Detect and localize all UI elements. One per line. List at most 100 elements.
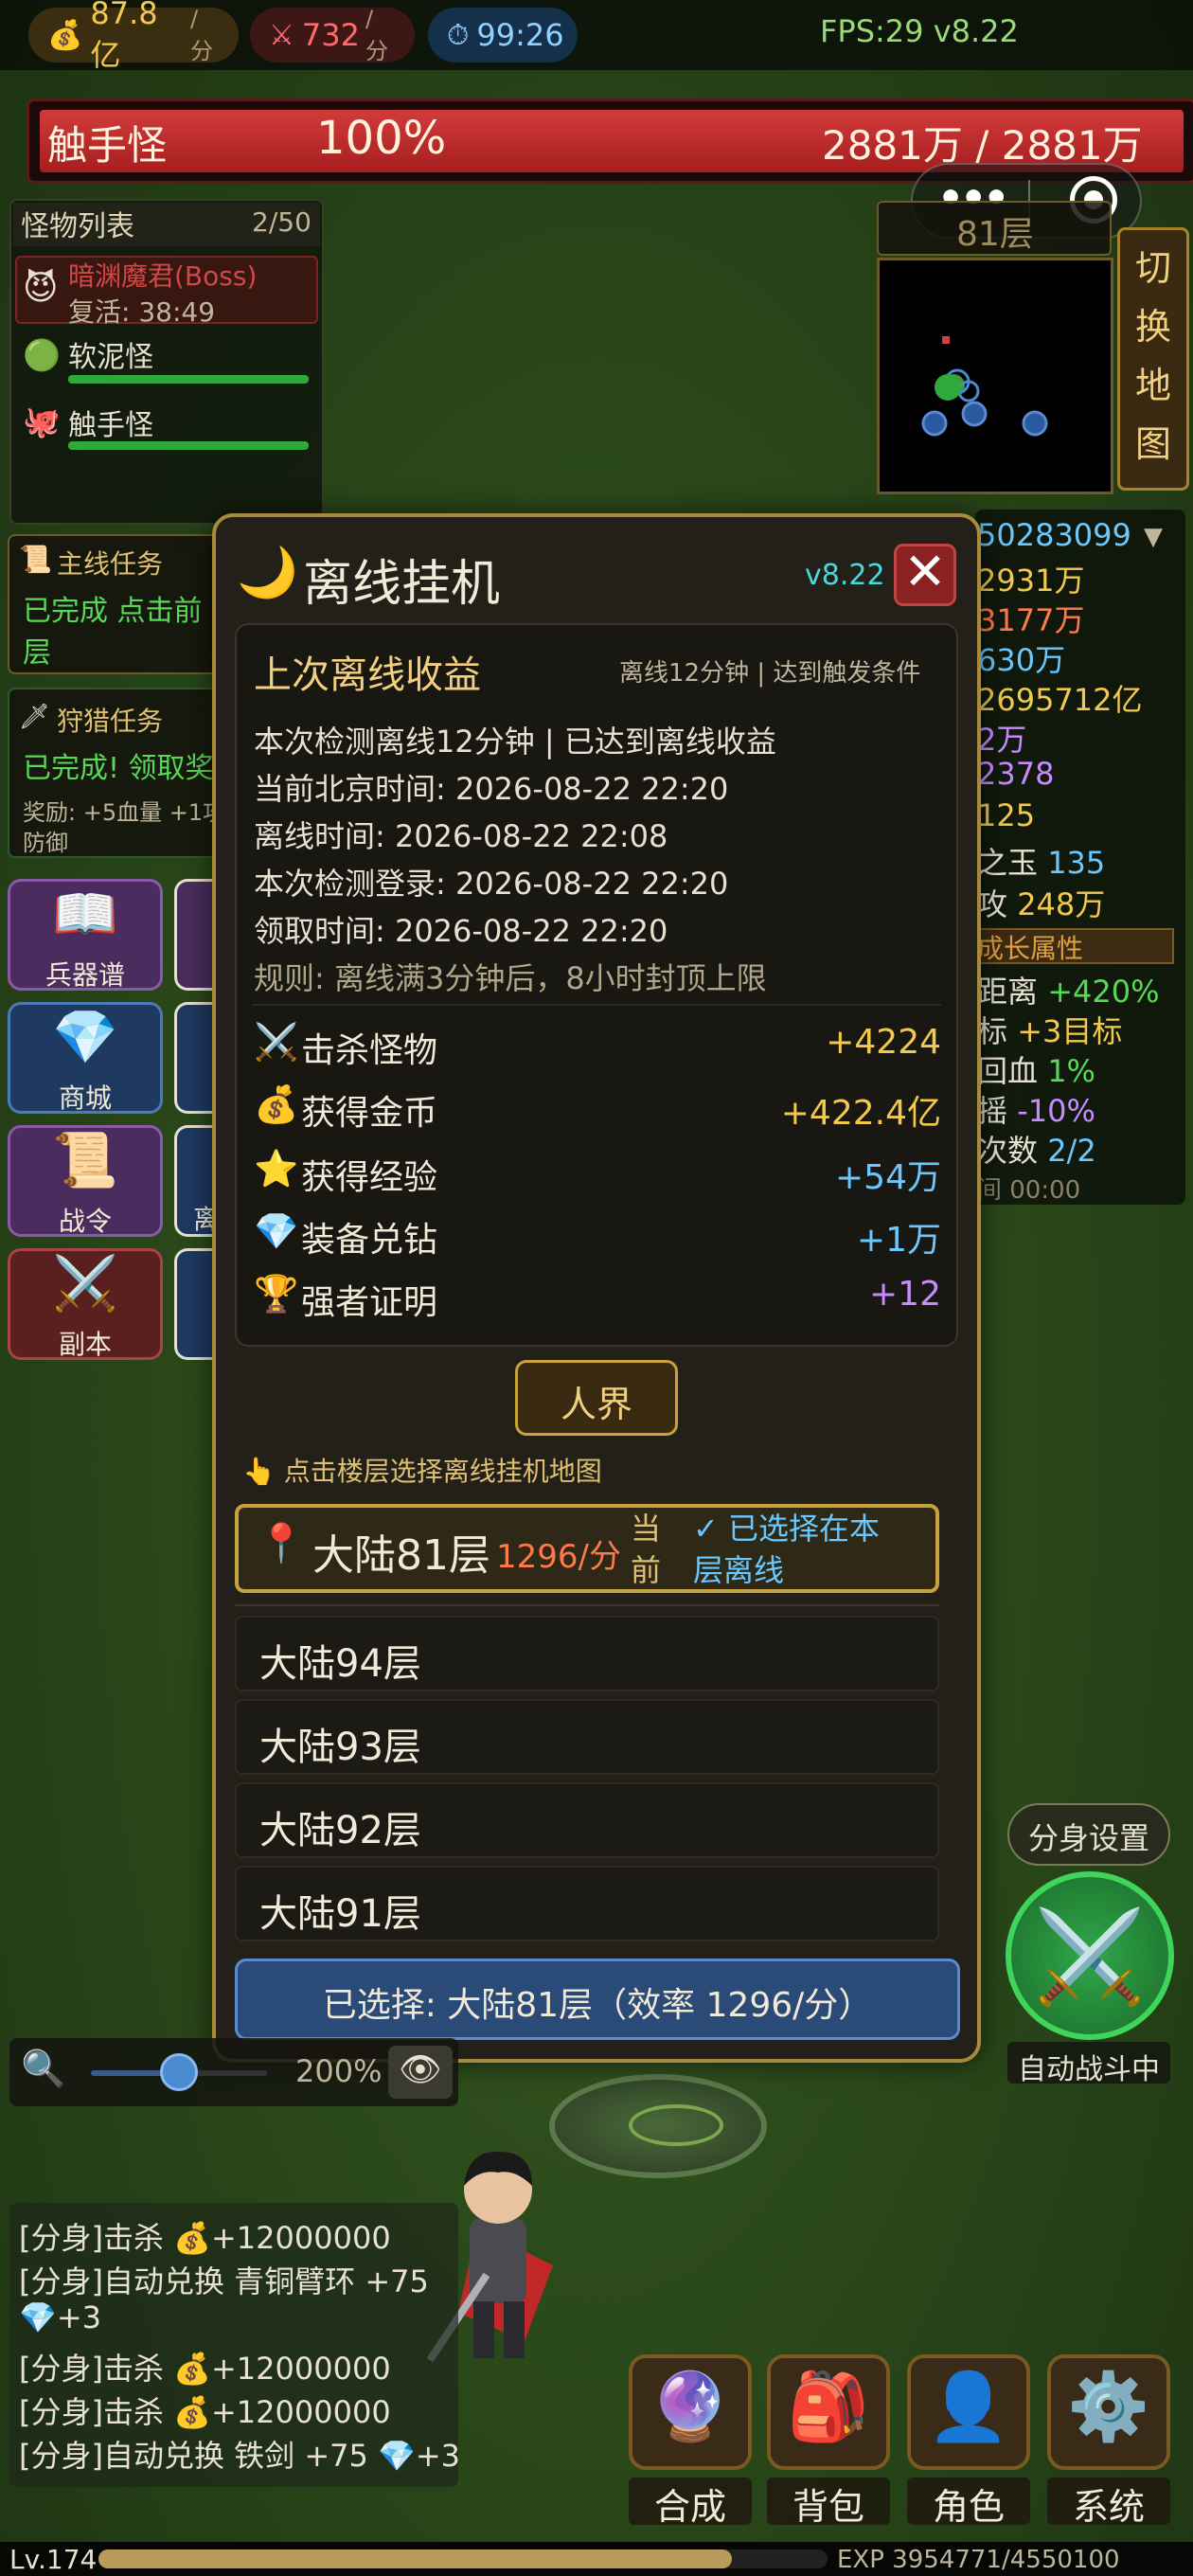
log-line: [分身]自动兑换 青铜臂环 +75 (19, 2263, 429, 2299)
stat-value: 135 (1047, 845, 1106, 881)
reward-rule: 规则: 离线满3分钟后，8小时封顶上限 (254, 960, 767, 996)
reward-label: 强者证明 (301, 1283, 438, 1322)
target-name: 触手怪 (47, 122, 168, 169)
exp-value: EXP 3954771/4550100 (86.9%) (837, 2546, 1120, 2576)
magnifier-icon: 🔍 (21, 2048, 66, 2089)
gear-icon: ⚙️ (1067, 2368, 1150, 2445)
current-floor-label: 81层 (956, 215, 1034, 254)
scroll-icon: 📜 (52, 1130, 118, 1191)
fps-version-label: FPS:29 v8.22 (820, 13, 1019, 49)
floor-hint: 👆 点击楼层选择离线挂机地图 (242, 1451, 602, 1489)
selected-status: ✓ 已选择在本层离线 (693, 1511, 880, 1588)
reward-icon: ⭐ (254, 1148, 299, 1190)
target-hp-percent: 100% (316, 112, 447, 165)
reward-value: +4224 (826, 1023, 941, 1062)
clone-settings-label: 分身设置 (1027, 1820, 1149, 1856)
demon-face-icon: 😈 (23, 269, 59, 308)
dungeon-label: 副本 (58, 1329, 112, 1360)
growth-row: 摇 -10% (977, 1087, 1095, 1131)
hunt-quest-title: 狩猎任务 (57, 706, 164, 737)
slime-icon: 🟢 (23, 337, 61, 373)
reward-value: +12 (869, 1275, 941, 1314)
kill-rate-unit: /分 (365, 5, 388, 64)
close-icon[interactable]: ✕ (894, 542, 956, 601)
menu-button-partial[interactable] (174, 1248, 212, 1360)
realm-label: 人界 (560, 1384, 632, 1425)
growth-row: 距离 +420% (977, 968, 1159, 1011)
main-quest-status: 已完成 点击前 (23, 595, 203, 628)
switch-map-char: 图 (1134, 423, 1171, 465)
reward-value: +1万 (856, 1221, 941, 1260)
growth-value: 2/2 (1047, 1133, 1096, 1169)
growth-label: 摇 (977, 1093, 1008, 1129)
reward-divider (252, 1004, 941, 1006)
switch-map-char: 切 (1134, 247, 1171, 289)
stat-value: 2378 (977, 756, 1055, 792)
log-line: [分身]击杀 💰+12000000 (19, 2220, 391, 2256)
growth-label: 距离 (977, 974, 1039, 1010)
floor-name: 大陆91层 (259, 1892, 421, 1936)
floor-name: 大陆93层 (259, 1726, 421, 1769)
stat-value: 2931万 (977, 563, 1085, 599)
menu-button-partial[interactable] (174, 879, 212, 991)
boss-revive-timer: 复活: 38:49 (68, 296, 216, 328)
stat-value: 630万 (977, 642, 1066, 678)
gold-bag-icon: 💰 (47, 18, 83, 52)
growth-row: 标 +3目标 (977, 1008, 1122, 1051)
hero-leg (473, 2301, 494, 2358)
monster-name[interactable]: 软泥怪 (68, 333, 153, 375)
selected-floor-name: 大陆81层 (312, 1531, 490, 1580)
moon-icon: 🌙 (237, 545, 298, 601)
menu-button-partial[interactable] (174, 1002, 212, 1114)
stat-value: 3177万 (977, 602, 1085, 638)
minimap[interactable] (877, 258, 1113, 494)
reward-label: 获得金币 (301, 1094, 438, 1133)
reward-title: 上次离线收益 (254, 653, 481, 697)
auto-battle-label: 自动战斗中 (1007, 2042, 1170, 2086)
minimap-monster-dot (921, 410, 948, 437)
growth-row: 回血 1% (977, 1047, 1095, 1091)
backpack-label: 背包 (767, 2478, 890, 2528)
growth-label: 次数 (977, 1133, 1039, 1169)
hunt-quest-status: 已完成! 领取奖 (23, 752, 214, 785)
pointer-hand-icon: 👆 (242, 1456, 276, 1487)
stat-value: 248万 (1017, 886, 1106, 922)
log-line: [分身]击杀 💰+12000000 (19, 2351, 391, 2387)
minimap-monster-dot (961, 401, 988, 427)
reward-info-line: 领取时间: 2026-08-22 22:20 (254, 913, 668, 949)
gold-rate-pill: 💰 87.8亿 /分 (28, 0, 239, 73)
armory-label: 兵器谱 (45, 959, 125, 991)
stat-value: 2万 (977, 722, 1027, 758)
log-line: [分身]击杀 💰+12000000 (19, 2394, 391, 2430)
gold-rate-value: 87.8亿 (90, 0, 158, 73)
monster-list-title: 怪物列表 (21, 210, 134, 243)
crossed-swords-icon: ⚔️ (52, 1253, 118, 1315)
backpack-icon: 🎒 (787, 2368, 870, 2445)
book-icon: 📖 (52, 884, 118, 945)
character-label: 角色 (907, 2478, 1030, 2528)
floor-divider (235, 1604, 939, 1606)
growth-label: 标 (977, 1013, 1008, 1049)
stat-value: 125 (977, 797, 1036, 833)
growth-value: +3目标 (1017, 1013, 1123, 1049)
zoom-slider-handle[interactable] (160, 2053, 198, 2091)
crossed-swords-icon: ⚔️ (1033, 1904, 1147, 2010)
hunt-quest-reward-2: 防御 (23, 830, 68, 856)
expand-arrow-icon[interactable]: ▼ (1144, 523, 1163, 551)
log-line: [分身]自动兑换 铁剑 +75 💎+3 (19, 2438, 461, 2474)
switch-map-char: 换 (1134, 306, 1171, 348)
timer-value: 99:26 (476, 17, 564, 53)
hero-leg (504, 2301, 525, 2358)
growth-value: +420% (1047, 974, 1160, 1010)
reward-info-line: 本次检测登录: 2026-08-22 22:20 (254, 866, 729, 902)
reward-info-line: 离线时间: 2026-08-22 22:08 (254, 818, 668, 854)
minimap-monster-dot (1022, 410, 1048, 437)
zoom-value: 200% (295, 2053, 383, 2089)
modal-version: v8.22 (805, 559, 885, 592)
growth-label: 回血 (977, 1053, 1039, 1089)
growth-row: 次数 2/2 (977, 1127, 1096, 1171)
reward-value: +54万 (835, 1158, 941, 1197)
teleport-ring (629, 2104, 723, 2146)
stat-label: 之玉 (977, 845, 1039, 881)
monster-name[interactable]: 触手怪 (68, 402, 153, 443)
